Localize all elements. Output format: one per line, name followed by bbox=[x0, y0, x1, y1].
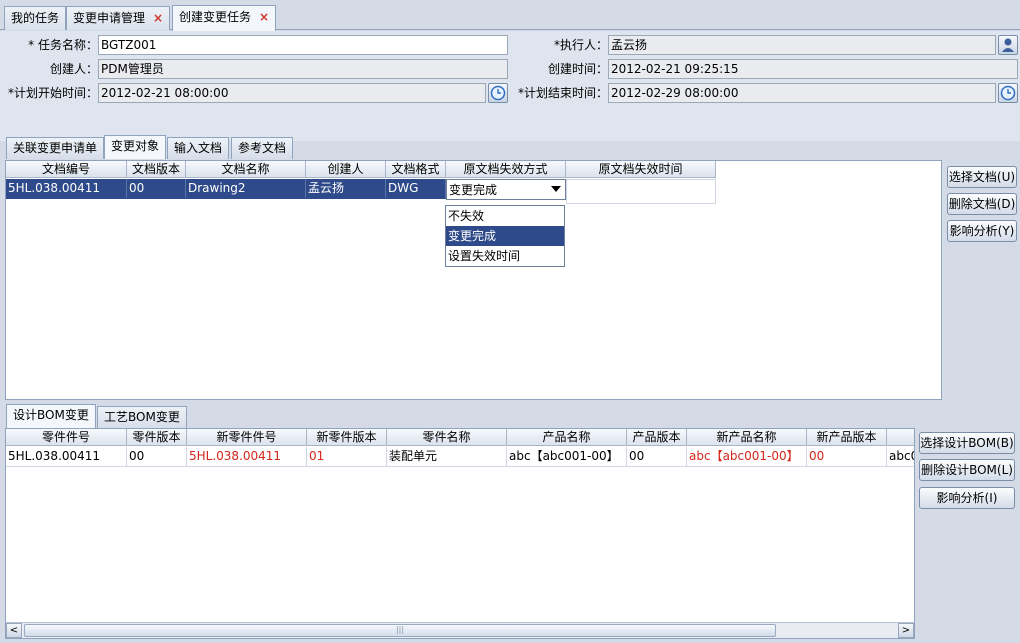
plan-end-label: *计划结束时间： bbox=[517, 86, 608, 100]
plan-end-picker-button[interactable] bbox=[998, 83, 1018, 103]
create-time-label: 创建时间： bbox=[547, 62, 608, 76]
tab-create-change-task[interactable]: 创建变更任务 × bbox=[172, 5, 277, 31]
dropdown-option-change-complete[interactable]: 变更完成 bbox=[446, 226, 564, 246]
dropdown-option-no-invalid[interactable]: 不失效 bbox=[446, 206, 564, 226]
creator-field: PDM管理员 bbox=[98, 59, 508, 79]
col-new-part-version[interactable]: 新零件版本 bbox=[307, 429, 387, 446]
tab-change-objects[interactable]: 变更对象 bbox=[104, 135, 167, 159]
clock-icon bbox=[1000, 85, 1016, 101]
tab-related-change-request[interactable]: 关联变更申请单 bbox=[6, 137, 105, 159]
impact-analysis-bom-button[interactable]: 影响分析(I) bbox=[919, 487, 1015, 509]
tab-input-docs[interactable]: 输入文档 bbox=[167, 137, 230, 159]
executor-field: 孟云扬 bbox=[608, 35, 996, 55]
create-time-field: 2012-02-21 09:25:15 bbox=[608, 59, 1018, 79]
tab-label: 变更申请管理 bbox=[73, 11, 146, 25]
invalid-mode-value: 变更完成 bbox=[449, 183, 498, 197]
tab-design-bom-change[interactable]: 设计BOM变更 bbox=[6, 404, 96, 428]
col-new-part-number[interactable]: 新零件件号 bbox=[187, 429, 307, 446]
bom-hscrollbar[interactable]: < ||| > bbox=[6, 622, 914, 638]
invalid-mode-dropdown: 不失效 变更完成 设置失效时间 bbox=[445, 205, 565, 267]
cell-part-version: 00 bbox=[127, 447, 187, 466]
close-icon[interactable]: × bbox=[153, 11, 163, 25]
col-new-product-version[interactable]: 新产品版本 bbox=[807, 429, 887, 446]
cell-doc-name: Drawing2 bbox=[186, 179, 306, 198]
plan-start-field: 2012-02-21 08:00:00 bbox=[98, 83, 486, 103]
table-row[interactable]: 5HL.038.00411 00 Drawing2 孟云扬 DWG bbox=[6, 179, 446, 199]
task-form: * 任务名称： BGTZ001 *执行人： 孟云扬 创建人： PDM管理员 创建… bbox=[0, 31, 1020, 141]
plan-start-label: *计划开始时间： bbox=[7, 86, 98, 100]
dropdown-option-set-invalid-time[interactable]: 设置失效时间 bbox=[446, 246, 564, 266]
cell-part-name: 装配单元 bbox=[387, 447, 507, 466]
col-doc-name[interactable]: 文档名称 bbox=[186, 161, 306, 178]
col-invalid-time[interactable]: 原文档失效时间 bbox=[566, 161, 716, 178]
col-part-name[interactable]: 零件名称 bbox=[387, 429, 507, 446]
chevron-down-icon bbox=[551, 186, 561, 192]
bom-table: 零件件号 零件版本 新零件件号 新零件版本 零件名称 产品名称 产品版本 新产品… bbox=[5, 428, 915, 639]
cell-doc-version: 00 bbox=[127, 179, 186, 198]
col-product-name[interactable]: 产品名称 bbox=[507, 429, 627, 446]
user-icon bbox=[1002, 38, 1014, 52]
cell-new-product-version: 00 bbox=[807, 447, 887, 466]
cell-product-name: abc【abc001-00】 bbox=[507, 447, 627, 466]
invalid-mode-select[interactable]: 变更完成 bbox=[446, 179, 566, 200]
col-doc-format[interactable]: 文档格式 bbox=[386, 161, 446, 178]
cell-creator: 孟云扬 bbox=[306, 179, 386, 198]
tab-my-tasks[interactable]: 我的任务 bbox=[4, 6, 67, 30]
col-part-number[interactable]: 零件件号 bbox=[6, 429, 127, 446]
document-table: 文档编号 文档版本 文档名称 创建人 文档格式 原文档失效方式 原文档失效时间 … bbox=[5, 160, 942, 400]
scroll-left-button[interactable]: < bbox=[6, 623, 22, 638]
select-design-bom-button[interactable]: 选择设计BOM(B) bbox=[919, 432, 1015, 454]
cell-doc-format: DWG bbox=[386, 179, 446, 198]
tab-change-request-mgmt[interactable]: 变更申请管理 × bbox=[66, 6, 171, 30]
cell-doc-number: 5HL.038.00411 bbox=[6, 179, 127, 198]
plan-start-picker-button[interactable] bbox=[488, 83, 508, 103]
scroll-thumb[interactable]: ||| bbox=[24, 624, 776, 637]
main-tab-bar: 我的任务 变更申请管理 × 创建变更任务 × bbox=[0, 0, 1020, 31]
creator-label: 创建人： bbox=[49, 62, 98, 76]
select-doc-button[interactable]: 选择文档(U) bbox=[947, 166, 1017, 188]
cell-new-part-version: 01 bbox=[307, 447, 387, 466]
tab-reference-docs[interactable]: 参考文档 bbox=[231, 137, 294, 159]
cell-part-number: 5HL.038.00411 bbox=[6, 447, 127, 466]
col-new-product-name[interactable]: 新产品名称 bbox=[687, 429, 807, 446]
scroll-right-button[interactable]: > bbox=[898, 623, 914, 638]
clock-icon bbox=[490, 85, 506, 101]
select-user-button[interactable] bbox=[998, 35, 1018, 55]
cell-product-version: 00 bbox=[627, 447, 687, 466]
task-name-label: * 任务名称： bbox=[28, 38, 98, 52]
col-doc-number[interactable]: 文档编号 bbox=[6, 161, 127, 178]
plan-end-field: 2012-02-29 08:00:00 bbox=[608, 83, 996, 103]
executor-label: *执行人： bbox=[553, 38, 608, 52]
tab-process-bom-change[interactable]: 工艺BOM变更 bbox=[97, 406, 187, 428]
task-name-input[interactable]: BGTZ001 bbox=[98, 35, 508, 55]
cell-overflow: abc0 bbox=[887, 447, 914, 466]
tab-label: 创建变更任务 bbox=[179, 10, 252, 24]
impact-analysis-doc-button[interactable]: 影响分析(Y) bbox=[947, 220, 1017, 242]
cell-invalid-time bbox=[566, 179, 716, 204]
col-invalid-mode[interactable]: 原文档失效方式 bbox=[446, 161, 566, 178]
delete-doc-button[interactable]: 删除文档(D) bbox=[947, 193, 1017, 215]
col-creator[interactable]: 创建人 bbox=[306, 161, 386, 178]
col-product-version[interactable]: 产品版本 bbox=[627, 429, 687, 446]
col-part-version[interactable]: 零件版本 bbox=[127, 429, 187, 446]
delete-design-bom-button[interactable]: 删除设计BOM(L) bbox=[919, 459, 1015, 481]
tab-label: 我的任务 bbox=[11, 11, 60, 25]
col-overflow[interactable] bbox=[887, 429, 914, 446]
table-row[interactable]: 5HL.038.00411 00 5HL.038.00411 01 装配单元 a… bbox=[6, 447, 914, 467]
cell-new-product-name: abc【abc001-00】 bbox=[687, 447, 807, 466]
col-doc-version[interactable]: 文档版本 bbox=[127, 161, 186, 178]
cell-new-part-number: 5HL.038.00411 bbox=[187, 447, 307, 466]
close-icon[interactable]: × bbox=[259, 10, 269, 24]
